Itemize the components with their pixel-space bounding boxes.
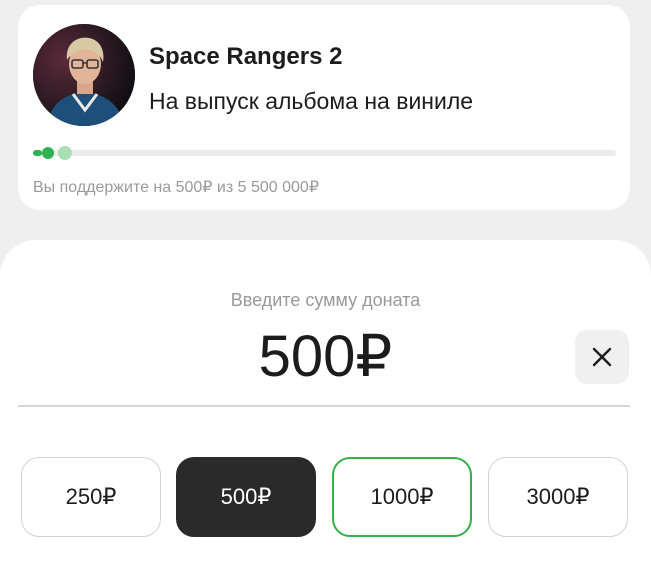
avatar xyxy=(33,24,135,126)
support-summary: Вы поддержите на 500₽ из 5 500 000₽ xyxy=(33,179,320,196)
amount-input[interactable]: 500₽ xyxy=(0,322,651,392)
progress-fill xyxy=(33,150,42,156)
clear-amount-button[interactable] xyxy=(575,330,629,384)
progress-bar xyxy=(33,146,616,160)
goal-description: На выпуск альбома на виниле xyxy=(149,88,474,114)
goal-card: Space Rangers 2 На выпуск альбома на вин… xyxy=(18,5,630,210)
project-title: Space Rangers 2 xyxy=(149,43,343,70)
amount-input-label: Введите сумму доната xyxy=(230,290,421,310)
preset-amount-button[interactable]: 500₽ xyxy=(176,457,316,537)
preset-amount-button[interactable]: 3000₽ xyxy=(488,457,628,537)
progress-contribution-marker xyxy=(58,146,72,160)
preset-amount-button[interactable]: 250₽ xyxy=(21,457,161,537)
progress-marker xyxy=(42,147,54,159)
donation-sheet: Введите сумму доната 500₽ 250₽ 500₽ 1000… xyxy=(0,240,651,580)
preset-amount-button[interactable]: 1000₽ xyxy=(332,457,472,537)
close-icon xyxy=(592,347,612,367)
amount-divider xyxy=(18,405,630,407)
